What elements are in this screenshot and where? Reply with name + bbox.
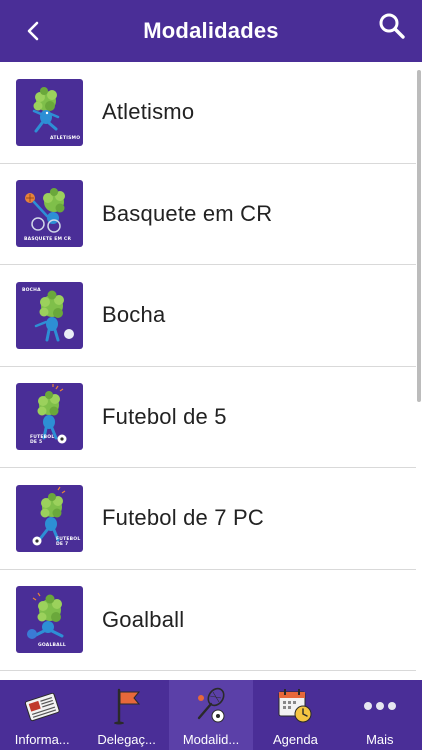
list-item-label: Basquete em CR xyxy=(102,200,273,226)
back-button[interactable] xyxy=(18,16,48,46)
page-title: Modalidades xyxy=(143,18,279,43)
chevron-left-icon xyxy=(27,21,39,41)
list-item-label: Goalball xyxy=(102,606,185,632)
mascot-caption: BASQUETE EM CR xyxy=(24,237,72,243)
app-header: Modalidades xyxy=(0,0,422,62)
sports-icon xyxy=(197,687,225,723)
mascot-thumbnail: FUTEBOL DE 5 xyxy=(16,383,83,451)
search-button[interactable] xyxy=(376,10,408,42)
list-item[interactable]: FUTEBOL DE 5 Futebol de 5 xyxy=(0,367,416,468)
tab-agenda[interactable]: Agenda xyxy=(253,680,337,750)
list-item-label: Futebol de 7 PC xyxy=(102,505,264,531)
tab-informacoes[interactable]: Informa... xyxy=(0,680,84,750)
mascot-caption: FUTEBOL DE 7 xyxy=(56,536,81,547)
mascot-thumbnail: BOCHA xyxy=(16,281,83,349)
list-item[interactable]: GOALBALL Goalball xyxy=(0,570,416,671)
calendar-clock-icon xyxy=(278,689,312,723)
tab-bar: Informa... Delegaç... Modalid... Agenda … xyxy=(0,680,422,750)
tab-label: Modalid... xyxy=(182,732,240,747)
scrollbar-thumb[interactable] xyxy=(417,70,421,402)
tab-label: Informa... xyxy=(14,732,70,747)
list-item-label: Futebol de 5 xyxy=(102,403,227,429)
mascot-thumbnail: ATLETISMO xyxy=(16,78,83,146)
tab-delegacoes[interactable]: Delegaç... xyxy=(84,680,168,750)
mascot-caption: FUTEBOL DE 5 xyxy=(30,435,55,446)
tab-label: Agenda xyxy=(273,732,318,747)
sports-list[interactable]: ATLETISMO Atletismo BASQUETE EM CR Basqu… xyxy=(0,62,416,680)
list-item[interactable] xyxy=(0,671,416,680)
mascot-caption: ATLETISMO xyxy=(50,135,81,141)
tab-label: Delegaç... xyxy=(97,732,156,747)
list-item[interactable]: BOCHA Bocha xyxy=(0,265,416,367)
mascot-thumbnail: FUTEBOL DE 7 xyxy=(16,484,83,552)
flag-icon xyxy=(113,688,140,725)
scrollbar[interactable] xyxy=(416,62,422,680)
newspaper-icon xyxy=(25,692,60,722)
tab-label: Mais xyxy=(366,732,394,747)
list-item[interactable]: ATLETISMO Atletismo xyxy=(0,62,416,164)
tab-mais[interactable]: Mais xyxy=(338,680,422,750)
more-icon xyxy=(363,702,396,710)
list-item-label: Atletismo xyxy=(102,99,195,125)
list-item[interactable]: BASQUETE EM CR Basquete em CR xyxy=(0,164,416,265)
search-icon xyxy=(379,13,405,39)
mascot-caption: BOCHA xyxy=(22,287,41,293)
list-item-label: Bocha xyxy=(102,302,166,328)
tab-modalidades[interactable]: Modalid... xyxy=(168,680,254,750)
list-item[interactable]: FUTEBOL DE 7 Futebol de 7 PC xyxy=(0,468,416,570)
mascot-thumbnail: GOALBALL xyxy=(16,586,83,654)
mascot-thumbnail: BASQUETE EM CR xyxy=(16,180,83,248)
mascot-caption: GOALBALL xyxy=(38,643,66,649)
